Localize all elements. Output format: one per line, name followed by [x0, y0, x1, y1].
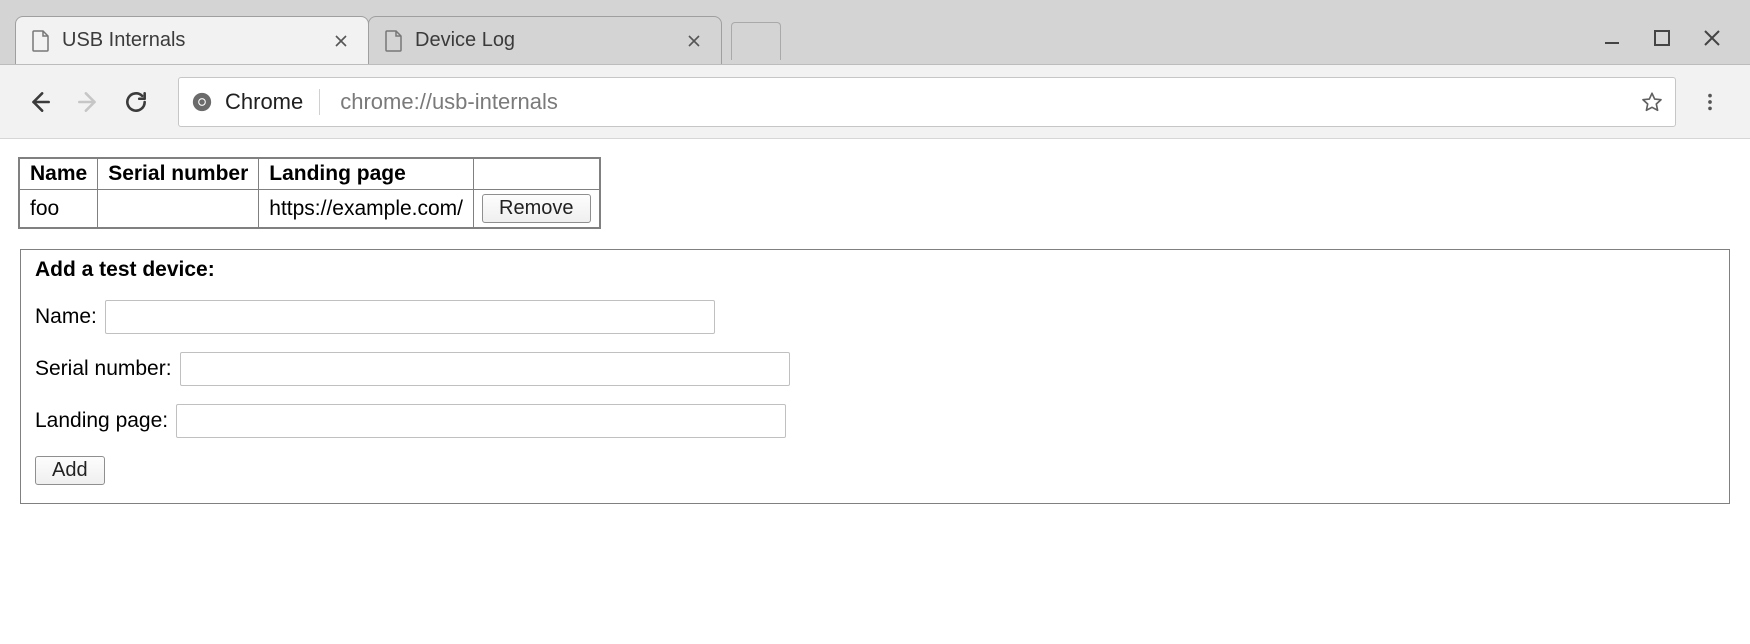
page-content: Name Serial number Landing page foo http…	[0, 139, 1750, 522]
window-controls	[1602, 28, 1750, 64]
serial-input[interactable]	[180, 352, 790, 386]
browser-toolbar: Chrome chrome://usb-internals	[0, 65, 1750, 139]
section-title: Add a test device:	[35, 258, 1715, 282]
field-row-landing: Landing page:	[35, 404, 1715, 438]
document-icon	[385, 30, 403, 52]
tab-title: USB Internals	[62, 29, 318, 52]
chrome-icon	[191, 91, 213, 113]
cell-landing: https://example.com/	[259, 190, 474, 229]
bookmark-star-icon[interactable]	[1635, 85, 1669, 119]
col-name: Name	[19, 158, 98, 190]
field-row-name: Name:	[35, 300, 1715, 334]
tabs-row: USB Internals Device Log	[0, 16, 1602, 64]
minimize-icon[interactable]	[1602, 28, 1622, 48]
cell-name: foo	[19, 190, 98, 229]
document-icon	[32, 30, 50, 52]
omnibox-separator	[319, 89, 320, 115]
tab-device-log[interactable]: Device Log	[368, 16, 722, 64]
name-input[interactable]	[105, 300, 715, 334]
close-icon[interactable]	[683, 32, 705, 50]
landing-label: Landing page:	[35, 409, 168, 433]
col-landing: Landing page	[259, 158, 474, 190]
new-tab-button[interactable]	[731, 22, 781, 60]
tab-strip: USB Internals Device Log	[0, 0, 1750, 65]
origin-label: Chrome	[225, 89, 303, 115]
devices-table: Name Serial number Landing page foo http…	[18, 157, 601, 229]
add-device-section: Add a test device: Name: Serial number: …	[20, 249, 1730, 504]
forward-button[interactable]	[66, 80, 110, 124]
url-path: chrome://usb-internals	[340, 89, 1623, 115]
cell-action: Remove	[474, 190, 600, 229]
maximize-icon[interactable]	[1652, 28, 1672, 48]
col-action	[474, 158, 600, 190]
field-row-serial: Serial number:	[35, 352, 1715, 386]
tab-title: Device Log	[415, 29, 671, 52]
tab-usb-internals[interactable]: USB Internals	[15, 16, 369, 64]
name-label: Name:	[35, 305, 97, 329]
serial-label: Serial number:	[35, 357, 172, 381]
cell-serial	[98, 190, 259, 229]
close-window-icon[interactable]	[1702, 28, 1722, 48]
remove-button[interactable]: Remove	[482, 194, 590, 223]
close-icon[interactable]	[330, 32, 352, 50]
table-header-row: Name Serial number Landing page	[19, 158, 600, 190]
landing-input[interactable]	[176, 404, 786, 438]
browser-menu-icon[interactable]	[1688, 80, 1732, 124]
add-button[interactable]: Add	[35, 456, 105, 485]
col-serial: Serial number	[98, 158, 259, 190]
address-bar[interactable]: Chrome chrome://usb-internals	[178, 77, 1676, 127]
reload-button[interactable]	[114, 80, 158, 124]
back-button[interactable]	[18, 80, 62, 124]
table-row: foo https://example.com/ Remove	[19, 190, 600, 229]
